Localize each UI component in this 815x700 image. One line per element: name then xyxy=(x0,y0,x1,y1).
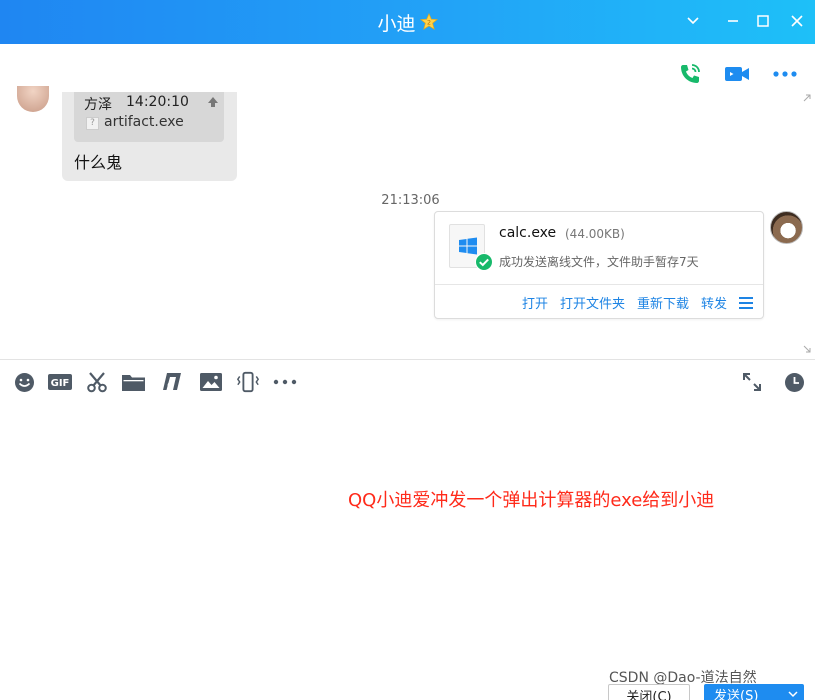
compose-text: QQ小迪爱冲发一个弹出计算器的exe给到小迪 xyxy=(348,490,715,511)
close-button[interactable]: 关闭(C) xyxy=(608,684,690,700)
phone-icon[interactable] xyxy=(676,62,704,86)
shake-icon[interactable] xyxy=(236,370,260,394)
message-timestamp: 21:13:06 xyxy=(0,193,815,208)
quote-time: 14:20:10 xyxy=(126,94,189,110)
scissors-icon[interactable] xyxy=(85,370,109,394)
quoted-message[interactable]: 方泽 14:20:10 ? artifact.exe xyxy=(74,92,224,142)
chevron-down-icon[interactable] xyxy=(682,10,704,32)
send-button[interactable]: 发送(S) xyxy=(704,684,804,700)
chevron-down-icon[interactable] xyxy=(788,689,798,699)
compose-divider xyxy=(0,359,815,360)
message-bubble[interactable]: 方泽 14:20:10 ? artifact.exe 什么鬼 xyxy=(62,92,237,181)
minimize-icon[interactable] xyxy=(722,10,744,32)
file-transfer-card[interactable]: calc.exe (44.00KB) 成功发送离线文件，文件助手暂存7天 打开 … xyxy=(434,211,764,319)
timestamp-text: 21:13:06 xyxy=(381,193,440,208)
video-call-icon[interactable] xyxy=(723,62,751,86)
success-check-icon xyxy=(475,253,493,271)
more-tools-icon[interactable] xyxy=(273,370,297,394)
open-file-link[interactable]: 打开 xyxy=(522,293,548,312)
folder-icon[interactable] xyxy=(121,370,145,394)
close-icon[interactable] xyxy=(786,10,808,32)
file-name: calc.exe xyxy=(499,225,557,241)
file-size: (44.00KB) xyxy=(565,227,625,241)
message-text: 什么鬼 xyxy=(74,153,123,172)
fullscreen-icon[interactable] xyxy=(740,370,764,394)
svg-text:2: 2 xyxy=(426,20,430,27)
expand-arrow-icon[interactable] xyxy=(803,94,811,102)
maximize-icon[interactable] xyxy=(752,10,774,32)
open-folder-link[interactable]: 打开文件夹 xyxy=(560,293,625,312)
window-title: 小迪 xyxy=(377,12,416,35)
send-label: 发送(S) xyxy=(714,689,759,700)
card-actions: 打开 打开文件夹 重新下载 转发 xyxy=(522,293,753,312)
up-arrow-icon[interactable] xyxy=(206,95,220,109)
collapse-arrow-icon[interactable] xyxy=(803,345,811,353)
history-clock-icon[interactable] xyxy=(782,370,806,394)
file-status: 成功发送离线文件，文件助手暂存7天 xyxy=(499,255,699,269)
title-bar: 小迪 2 xyxy=(0,0,815,44)
quote-sender: 方泽 xyxy=(84,97,112,113)
more-icon[interactable] xyxy=(771,62,799,86)
gif-icon[interactable]: GIF xyxy=(48,370,72,394)
star-badge-icon: 2 xyxy=(419,13,438,31)
svg-text:GIF: GIF xyxy=(51,378,70,389)
avatar[interactable] xyxy=(770,211,803,244)
file-icon: ? xyxy=(86,117,99,130)
forward-link[interactable]: 转发 xyxy=(701,293,727,312)
redownload-link[interactable]: 重新下载 xyxy=(637,293,689,312)
emoji-icon[interactable] xyxy=(12,370,36,394)
card-divider xyxy=(435,284,763,285)
music-icon[interactable] xyxy=(160,370,184,394)
quote-file-name: artifact.exe xyxy=(104,114,184,130)
menu-icon[interactable] xyxy=(739,296,753,309)
image-icon[interactable] xyxy=(199,370,223,394)
message-input[interactable] xyxy=(0,402,815,700)
